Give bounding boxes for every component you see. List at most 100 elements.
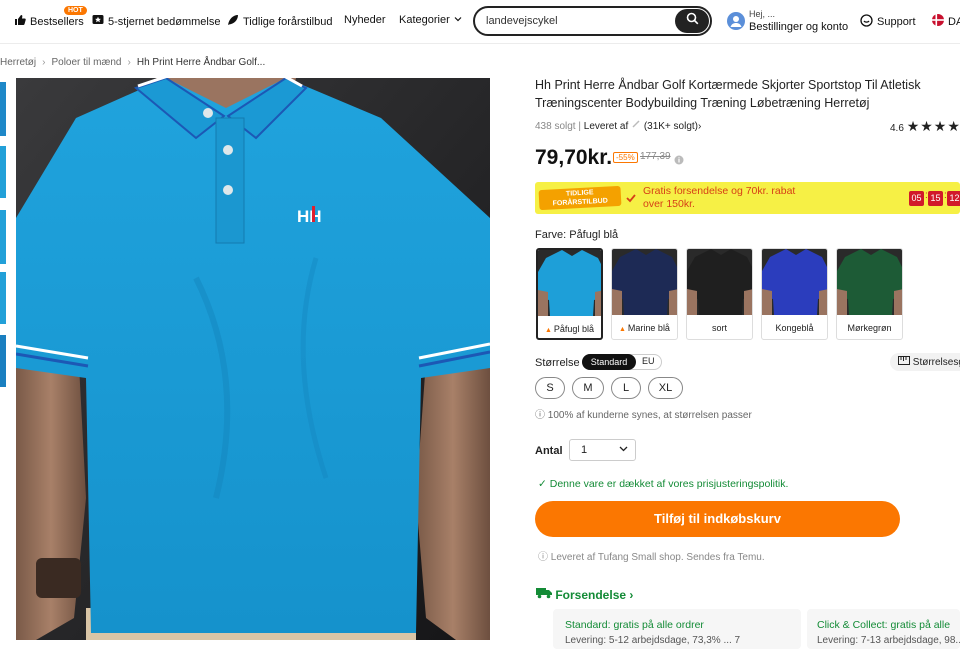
thumbnail-2[interactable] [0,146,6,198]
standard-shipping-line: Standard: gratis på alle ordrer [565,619,704,631]
promo-text: Gratis forsendelse og 70kr. rabat over 1… [643,185,796,210]
bestsellers-link[interactable]: Bestsellers [14,14,84,29]
sold-count: 438 solgt [535,121,576,132]
thumbs-up-icon [14,14,26,29]
support-link[interactable]: Support [860,14,916,30]
size-standard-option[interactable]: Standard [582,354,636,370]
size-option-xl[interactable]: XL [648,377,683,399]
color-swatch[interactable]: ▲ Påfugl blå [536,248,603,340]
flame-icon: ▲ [545,327,554,334]
color-swatch-label: Mørkegrøn [837,323,902,333]
timer-hours: 05 [909,191,924,206]
timer-minutes: 15 [928,191,943,206]
product-title: Hh Print Herre Åndbar Golf Kortærmede Sk… [535,78,921,110]
color-swatch-label: sort [687,323,752,333]
click-collect-detail: Levering: 7-13 arbejdsdage, 98... [817,635,960,646]
click-collect-line: Click & Collect: gratis på alle [817,619,950,631]
shipping-section-title[interactable]: Forsendelse › [536,587,633,602]
product-meta: 438 solgt | Leveret af (31K+ solgt)› [535,119,701,132]
color-swatch-image [837,249,902,315]
quantity-select[interactable]: 1 [569,439,636,461]
add-to-cart-button[interactable]: Tilføj til indkøbskurv [535,501,900,537]
check-icon: ✓ [538,478,547,490]
thumbnail-1[interactable] [0,82,6,136]
breadcrumb-item-herretoj[interactable]: Herretøj [0,57,36,68]
size-guide-button[interactable]: Størrelsesg [890,353,960,371]
original-price-value: 177,39 [640,151,671,162]
chat-bubble-icon [860,14,873,30]
color-swatch-name: Marine blå [627,323,670,333]
chevron-right-icon: › [629,588,634,602]
breadcrumb-item-poloer[interactable]: Poloer til mænd [51,57,121,68]
five-star-rating-link[interactable]: 5-stjernet bedømmelse [92,14,221,29]
color-swatch-image [762,249,827,315]
early-deals-link[interactable]: Tidlige forårstilbud [227,14,332,29]
breadcrumb-separator: › [127,57,131,68]
thumbnail-5[interactable] [0,335,6,387]
check-icon [625,191,637,209]
size-eu-option[interactable]: EU [642,356,655,366]
color-swatch-label: Kongeblå [762,323,827,333]
thumbnail-4[interactable] [0,272,6,324]
ship-from-text: Leveret af Tufang Small shop. Sendes fra… [550,552,765,563]
flame-icon: ▲ [619,326,628,333]
denmark-flag-icon [932,14,944,29]
size-guide-label: Størrelsesg [912,357,960,368]
color-swatch-image [687,249,752,315]
price-policy-note: ✓ Denne vare er dækket af vores prisjust… [538,478,788,490]
color-swatch-name: Påfugl blå [553,324,594,334]
color-swatch-label: ▲ Påfugl blå [538,324,601,334]
standard-shipping-value: gratis på alle ordrer [613,619,704,631]
size-system-toggle[interactable]: Standard EU [582,354,662,370]
color-swatch-name: sort [711,323,727,333]
shirt-logo: HH [297,207,322,226]
size-fit-note: ⓘ 100% af kunderne synes, at størrelsen … [535,406,752,421]
color-swatch[interactable]: Mørkegrøn [836,248,903,340]
chevron-right-icon: › [698,121,702,132]
search-bar[interactable]: landevejscykel [473,6,712,36]
size-option-s[interactable]: S [535,377,565,399]
shipping-title: Forsendelse [555,588,627,602]
color-swatch[interactable]: Kongeblå [761,248,828,340]
categories-menu[interactable]: Kategorier [399,14,462,26]
color-label: Farve: Påfugl blå [535,229,619,241]
seller-sold-count[interactable]: (31K+ solgt) [644,121,698,132]
support-label: Support [877,16,916,28]
breadcrumb-separator: › [42,57,46,68]
seller-logo-icon [631,120,644,132]
search-input[interactable]: landevejscykel [486,15,558,27]
avatar [727,12,745,30]
click-collect-card: Click & Collect: gratis på alle Levering… [807,609,960,649]
size-option-m[interactable]: M [572,377,604,399]
categories-label: Kategorier [399,14,450,26]
thumbnail-3[interactable] [0,210,6,264]
color-swatch-image [612,249,677,315]
hot-badge: HOT [64,6,87,15]
color-swatch[interactable]: sort [686,248,753,340]
info-icon[interactable] [674,152,684,170]
product-rating[interactable]: 4.6 ★★★★ [890,118,960,135]
standard-shipping-card: Standard: gratis på alle ordrer Levering… [553,609,801,649]
color-swatch-name: Kongeblå [775,323,814,333]
early-deals-label: Tidlige forårstilbud [243,15,333,28]
promo-banner: TIDLIGE FORÅRSTILBUD Gratis forsendelse … [535,182,960,214]
color-swatch-name: Mørkegrøn [847,323,892,333]
early-deals-badge: TIDLIGE FORÅRSTILBUD [538,185,622,211]
color-swatch-image [538,250,601,316]
size-option-l[interactable]: L [611,377,641,399]
news-link[interactable]: Nyheder [344,14,386,26]
discount-badge: -55% [613,152,638,163]
original-price: 177,39 [640,151,671,162]
quantity-label: Antal [535,445,563,457]
five-star-rating-label: 5-stjernet bedømmelse [108,15,221,28]
color-swatch[interactable]: ▲ Marine blå [611,248,678,340]
price-policy-text[interactable]: Denne vare er dækket af vores prisjuster… [550,478,789,490]
main-product-image[interactable]: HH [16,78,490,640]
top-navigation: Bestsellers HOT 5-stjernet bedømmelse Ti… [0,0,960,44]
language-selector[interactable]: DA [932,14,960,29]
bestsellers-label: Bestsellers [30,15,84,28]
chevron-down-icon [619,444,628,456]
account-label: Bestillinger og konto [749,21,849,33]
search-button[interactable] [675,9,709,33]
star-box-icon [92,14,104,29]
